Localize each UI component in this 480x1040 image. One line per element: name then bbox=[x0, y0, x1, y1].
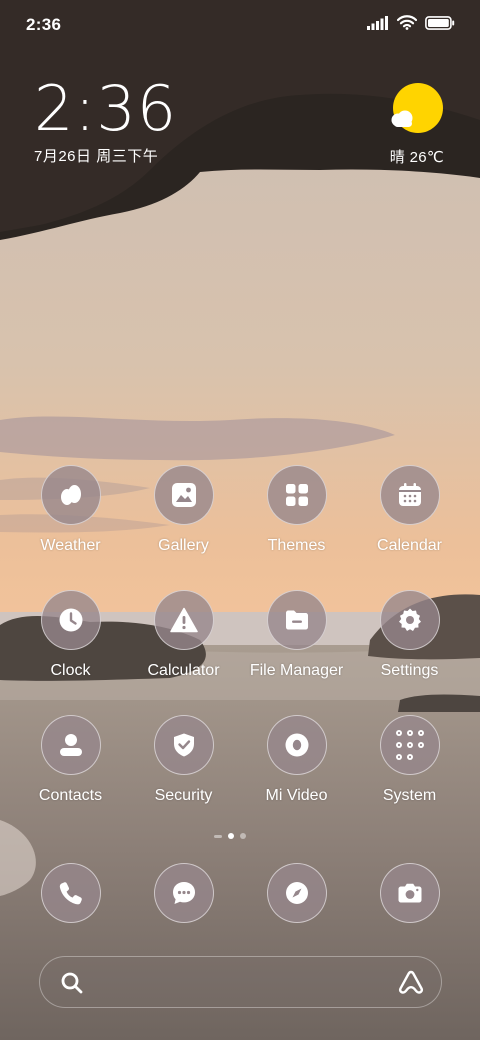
dock-camera[interactable] bbox=[353, 863, 466, 923]
calculator-icon bbox=[169, 607, 198, 633]
app-contacts[interactable]: Contacts bbox=[14, 715, 127, 805]
battery-icon bbox=[425, 15, 455, 30]
themes-grid-icon bbox=[285, 484, 308, 506]
calendar-app-icon bbox=[379, 465, 440, 525]
contacts-app-icon bbox=[40, 715, 101, 775]
status-time: 2:36 bbox=[26, 15, 62, 34]
app-label: File Manager bbox=[249, 662, 344, 679]
app-label: Weather bbox=[40, 537, 101, 554]
folder-icon bbox=[285, 610, 308, 630]
settings-app-icon bbox=[379, 590, 440, 650]
gallery-app-icon bbox=[153, 465, 214, 525]
app-clock[interactable]: Clock bbox=[14, 590, 127, 680]
clock-widget-time: 2:36 bbox=[34, 72, 178, 145]
app-weather[interactable]: Weather bbox=[14, 465, 127, 555]
page-indicator[interactable] bbox=[200, 832, 260, 840]
app-label: Security bbox=[154, 787, 213, 804]
page-dot bbox=[240, 833, 246, 839]
app-calculator[interactable]: Calculator bbox=[127, 590, 240, 680]
play-icon bbox=[285, 733, 308, 757]
app-label: Themes bbox=[267, 537, 326, 554]
app-mi-video[interactable]: Mi Video bbox=[240, 715, 353, 805]
app-label: Settings bbox=[380, 662, 439, 679]
app-system-folder[interactable]: System bbox=[353, 715, 466, 805]
page-dot-active bbox=[228, 833, 234, 839]
security-app-icon bbox=[153, 715, 214, 775]
app-label: System bbox=[382, 787, 437, 804]
gear-icon bbox=[398, 608, 421, 631]
weather-app-icon bbox=[40, 465, 101, 525]
clock-icon bbox=[59, 608, 82, 632]
camera-icon bbox=[398, 883, 421, 903]
browser-app-icon bbox=[266, 863, 327, 923]
search-button[interactable] bbox=[60, 971, 84, 1000]
phone-icon bbox=[59, 882, 82, 905]
mi-video-app-icon bbox=[266, 715, 327, 775]
search-bar[interactable] bbox=[39, 956, 442, 1008]
app-label: Mi Video bbox=[265, 787, 328, 804]
weather-widget[interactable]: 晴 26℃ bbox=[364, 82, 444, 172]
app-settings[interactable]: Settings bbox=[353, 590, 466, 680]
page-dot bbox=[214, 834, 222, 838]
wifi-icon bbox=[397, 15, 417, 30]
gallery-icon bbox=[171, 483, 196, 507]
clock-app-icon bbox=[40, 590, 101, 650]
signal-icon bbox=[367, 15, 388, 30]
person-icon bbox=[59, 734, 82, 756]
phone-app-icon bbox=[40, 863, 101, 923]
camera-app-icon bbox=[379, 863, 440, 923]
dock-browser[interactable] bbox=[240, 863, 353, 923]
file-manager-app-icon bbox=[266, 590, 327, 650]
app-calendar[interactable]: Calendar bbox=[353, 465, 466, 555]
dock-phone[interactable] bbox=[14, 863, 127, 923]
app-label: Calculator bbox=[147, 662, 220, 679]
shield-check-icon bbox=[173, 733, 194, 757]
app-label: Contacts bbox=[38, 787, 103, 804]
weather-text: 晴 26℃ bbox=[389, 149, 444, 166]
app-security[interactable]: Security bbox=[127, 715, 240, 805]
assistant-button[interactable] bbox=[397, 969, 425, 1002]
message-icon bbox=[172, 882, 195, 904]
weather-drop-icon bbox=[60, 485, 81, 505]
app-label: Gallery bbox=[158, 537, 209, 554]
compass-icon bbox=[285, 882, 308, 904]
clock-widget-date: 7月26日 周三下午 bbox=[34, 148, 159, 165]
clock-widget[interactable]: 2:36 7月26日 周三下午 bbox=[34, 78, 177, 166]
app-file-manager[interactable]: File Manager bbox=[240, 590, 353, 680]
app-label: Clock bbox=[50, 662, 91, 679]
app-themes[interactable]: Themes bbox=[240, 465, 353, 555]
assistant-icon bbox=[398, 970, 424, 994]
search-icon bbox=[61, 972, 83, 994]
status-bar: 2:36 bbox=[0, 0, 480, 50]
sunny-partly-cloudy-icon bbox=[391, 83, 443, 133]
folder-grid-icon bbox=[395, 730, 424, 760]
themes-app-icon bbox=[266, 465, 327, 525]
status-icons bbox=[367, 15, 455, 30]
calendar-icon bbox=[398, 483, 421, 506]
system-folder-icon bbox=[379, 715, 440, 775]
calculator-app-icon bbox=[153, 590, 214, 650]
dock-messages[interactable] bbox=[127, 863, 240, 923]
messages-app-icon bbox=[153, 863, 214, 923]
app-gallery[interactable]: Gallery bbox=[127, 465, 240, 555]
app-label: Calendar bbox=[377, 537, 442, 554]
